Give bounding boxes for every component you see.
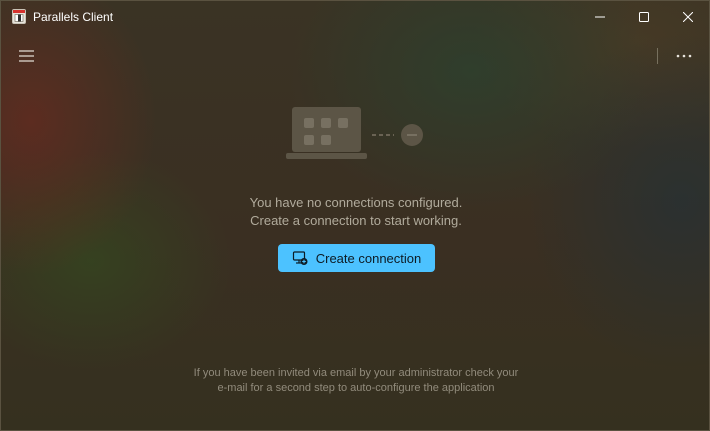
empty-state-message: You have no connections configured. Crea… (1, 194, 709, 230)
close-button[interactable] (665, 1, 709, 33)
create-connection-label: Create connection (315, 250, 422, 266)
create-connection-button[interactable]: Create connection (278, 244, 435, 272)
add-connection-icon (292, 251, 308, 265)
empty-state-line-2: Create a connection to start working. (250, 213, 462, 228)
invitation-hint: If you have been invited via email by yo… (1, 366, 709, 396)
minimize-button[interactable] (577, 1, 623, 33)
invitation-hint-line-1: If you have been invited via email by yo… (193, 367, 519, 379)
more-options-button[interactable] (671, 45, 697, 67)
parallels-app-icon (12, 9, 26, 24)
window-title: Parallels Client (33, 10, 114, 24)
maximize-button[interactable] (621, 1, 667, 33)
more-horizontal-icon (676, 54, 692, 58)
laptop-icon (286, 107, 367, 159)
minimize-icon (595, 16, 605, 18)
empty-state-line-1: You have no connections configured. (249, 195, 463, 210)
invitation-hint-line-2: e-mail for a second step to auto-configu… (217, 382, 495, 394)
app-window: Parallels Client You have no connections… (0, 0, 710, 431)
maximize-icon (639, 12, 649, 22)
navigation-menu-button[interactable] (13, 45, 39, 67)
no-connections-illustration (286, 107, 423, 159)
title-bar[interactable]: Parallels Client (1, 1, 709, 33)
hamburger-icon (18, 50, 34, 62)
toolbar-divider (657, 48, 658, 64)
close-icon (683, 12, 693, 22)
add-circle-icon (401, 124, 423, 146)
